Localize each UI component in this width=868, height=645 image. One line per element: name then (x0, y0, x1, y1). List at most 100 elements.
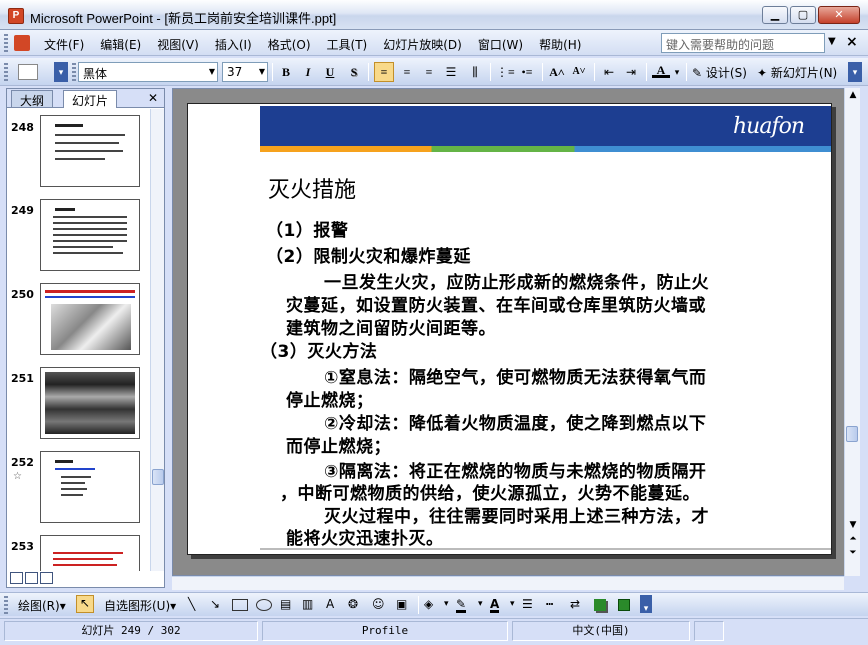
toolbar-options-button-2[interactable]: ▾ (848, 62, 862, 82)
slide-thumbnail[interactable] (40, 115, 140, 187)
font-color-icon[interactable]: A (490, 597, 500, 613)
draw-menu-button[interactable]: 绘图(R)▾ (18, 597, 66, 614)
textbox-tool-icon[interactable]: ▤ (280, 597, 291, 611)
toolbar-grip-handle[interactable] (4, 596, 8, 614)
tab-outline[interactable]: 大纲 (11, 90, 54, 108)
font-color-icon[interactable]: A (652, 62, 670, 78)
new-document-icon[interactable] (18, 64, 38, 80)
arrow-style-icon[interactable]: ⇄ (570, 597, 580, 611)
numbering-icon[interactable]: ⋮≡ (496, 62, 515, 82)
slide-thumbnail[interactable] (40, 367, 140, 439)
menu-format[interactable]: 格式(O) (268, 36, 311, 53)
slide-text-line[interactable]: 一旦发生火灾，应防止形成新的燃烧条件，防止火 (324, 268, 709, 293)
justify-icon[interactable]: ☰ (442, 62, 460, 82)
vertical-textbox-icon[interactable]: ▥ (302, 597, 313, 611)
chevron-down-icon[interactable]: ▾ (672, 62, 682, 82)
chevron-down-icon[interactable]: ▾ (478, 599, 483, 609)
slide-text-line[interactable]: 灾蔓延，如设置防火装置、在车间或仓库里筑防火墙或 (286, 291, 706, 316)
autoshapes-button[interactable]: 自选图形(U)▾ (104, 597, 176, 614)
insert-picture-icon[interactable]: ▣ (396, 597, 407, 611)
diagram-icon[interactable]: ❂ (348, 597, 358, 611)
thumbnail-scrollbar[interactable] (150, 109, 164, 571)
toolbar-options-button[interactable]: ▾ (640, 595, 652, 614)
menu-slideshow[interactable]: 幻灯片放映(D) (383, 36, 462, 53)
align-left-icon[interactable]: ≡ (374, 62, 394, 82)
distribute-icon[interactable]: ⫼ (466, 62, 484, 82)
bullets-icon[interactable]: •≡ (518, 62, 536, 82)
slide-text-line[interactable]: （3）灭火方法 (260, 337, 377, 362)
slide-text-line[interactable]: ②冷却法：降低着火物质温度，使之降到燃点以下 (324, 409, 706, 434)
shadow-button[interactable]: S (346, 62, 362, 82)
align-right-icon[interactable]: ≡ (420, 62, 438, 82)
slide-text-line[interactable]: ①窒息法：隔绝空气，使可燃物质无法获得氧气而 (324, 363, 706, 388)
scrollbar-thumb[interactable] (152, 469, 164, 485)
menu-view[interactable]: 视图(V) (157, 36, 199, 53)
3d-style-icon[interactable] (618, 599, 630, 611)
slide-text-line[interactable]: 停止燃烧； (286, 386, 374, 411)
toolbar-grip-handle-2[interactable] (72, 63, 76, 81)
menu-grip-handle[interactable] (4, 34, 8, 52)
next-slide-icon[interactable]: ⏷ (845, 546, 861, 560)
scroll-down-icon[interactable]: ▼ (845, 518, 861, 532)
slideshow-view-icon[interactable] (40, 572, 53, 584)
select-objects-icon[interactable]: ↖ (76, 595, 94, 613)
underline-button[interactable]: U (322, 62, 338, 82)
menu-help[interactable]: 帮助(H) (539, 36, 581, 53)
menu-tools[interactable]: 工具(T) (327, 36, 368, 53)
toolbar-grip-handle[interactable] (4, 63, 8, 81)
line-color-icon[interactable]: ✎ (456, 597, 467, 613)
slide-horizontal-scrollbar[interactable] (172, 576, 844, 590)
line-style-icon[interactable]: ☰ (522, 597, 533, 611)
menu-window[interactable]: 窗口(W) (478, 36, 523, 53)
italic-button[interactable]: I (300, 62, 316, 82)
arrow-tool-icon[interactable]: ↘ (210, 597, 220, 611)
slide-text-line[interactable]: （2）限制火灾和爆炸蔓延 (266, 242, 471, 267)
slide-thumbnail[interactable] (40, 199, 140, 271)
bold-button[interactable]: B (278, 62, 294, 82)
scrollbar-thumb[interactable] (846, 426, 858, 442)
slide-text-line[interactable]: 能将火灾迅速扑灭。 (286, 524, 444, 549)
increase-indent-icon[interactable]: ⇥ (622, 62, 640, 82)
wordart-icon[interactable]: A (326, 597, 334, 611)
slide-sorter-view-icon[interactable] (25, 572, 38, 584)
align-center-icon[interactable]: ≡ (398, 62, 416, 82)
tab-slides[interactable]: 幻灯片 (63, 90, 118, 108)
minimize-button[interactable]: ▁ (762, 6, 788, 24)
new-slide-button[interactable]: ✦ 新幻灯片(N) (757, 64, 837, 81)
slide-text-line[interactable]: 而停止燃烧； (286, 432, 391, 457)
slide-thumbnail[interactable] (40, 283, 140, 355)
close-icon[interactable]: ✕ (148, 91, 158, 105)
scroll-up-icon[interactable]: ▲ (845, 88, 861, 102)
chevron-down-icon[interactable]: ▾ (444, 599, 449, 609)
close-button[interactable]: ✕ (818, 6, 860, 24)
shadow-style-icon[interactable] (594, 599, 606, 611)
rectangle-tool-icon[interactable] (232, 599, 248, 611)
chevron-down-icon[interactable]: ▾ (510, 599, 515, 609)
font-name-select[interactable]: 黑体 ▼ (78, 62, 218, 82)
slide-vertical-scrollbar[interactable]: ▲ ▼ ⏶ ⏷ (844, 88, 860, 576)
toolbar-options-button[interactable]: ▾ (54, 62, 68, 82)
document-icon[interactable] (14, 35, 30, 51)
normal-view-icon[interactable] (10, 572, 23, 584)
increase-font-icon[interactable]: A˄ (548, 62, 566, 82)
document-close-button[interactable]: × (846, 34, 858, 50)
decrease-font-icon[interactable]: A˅ (570, 62, 588, 82)
menu-file[interactable]: 文件(F) (44, 36, 84, 53)
line-tool-icon[interactable]: ╲ (188, 597, 195, 611)
slide-thumbnail[interactable] (40, 451, 140, 523)
powerpoint-app-icon[interactable]: P (8, 8, 24, 24)
dash-style-icon[interactable]: ┅ (546, 597, 553, 611)
slide-text-line[interactable]: ，中断可燃物质的供给，使火源孤立，火势不能蔓延。 (280, 479, 700, 504)
maximize-button[interactable]: ▢ (790, 6, 816, 24)
decrease-indent-icon[interactable]: ⇤ (600, 62, 618, 82)
slide-title[interactable]: 灭火措施 (268, 172, 356, 204)
clipart-icon[interactable]: ☺ (372, 597, 385, 611)
font-size-select[interactable]: 37 ▼ (222, 62, 268, 82)
oval-tool-icon[interactable] (256, 599, 272, 611)
menu-edit[interactable]: 编辑(E) (100, 36, 141, 53)
help-search-input[interactable]: 键入需要帮助的问题 (661, 33, 825, 53)
menu-insert[interactable]: 插入(I) (215, 36, 252, 53)
slide-text-line[interactable]: 建筑物之间留防火间距等。 (286, 314, 496, 339)
slide-text-line[interactable]: （1）报警 (266, 216, 348, 241)
previous-slide-icon[interactable]: ⏶ (845, 532, 861, 546)
